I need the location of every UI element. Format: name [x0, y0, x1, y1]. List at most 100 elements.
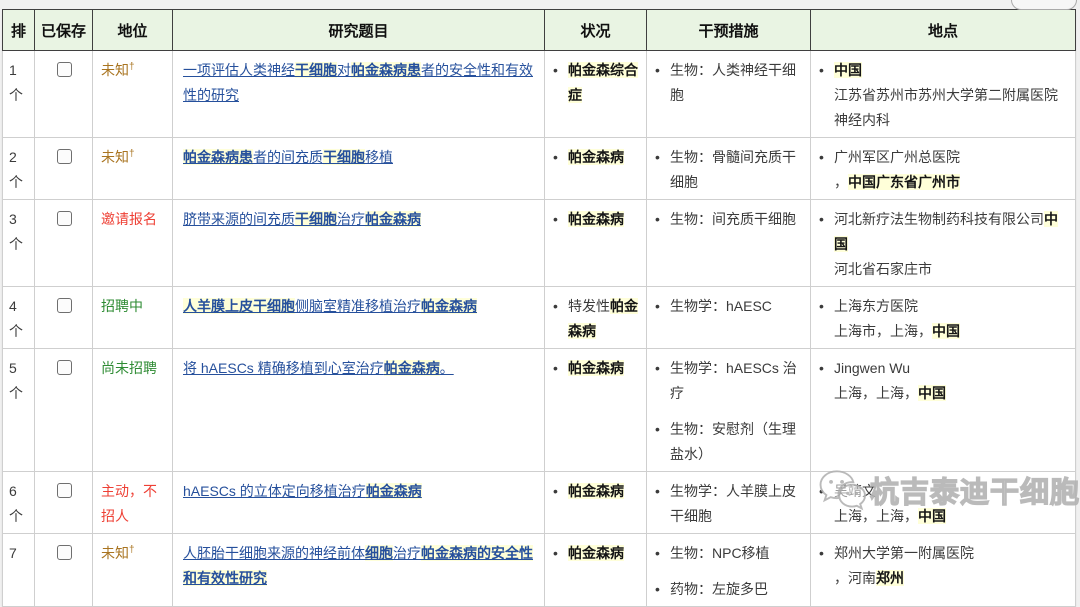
text-segment: 治疗: [393, 545, 421, 561]
bullet-icon: •: [553, 356, 568, 381]
location-line: 河北新疗法生物制药科技有限公司中国: [834, 207, 1069, 257]
locations-cell: •Jingwen Wu上海，上海，中国: [811, 349, 1076, 472]
intervention-item-text: 生物：NPC移植: [670, 541, 804, 566]
locations-cell: •上海东方医院上海市，上海，中国: [811, 287, 1076, 349]
save-checkbox[interactable]: [57, 211, 72, 226]
location-item-text: 吴靖文上海，上海，中国: [834, 479, 1069, 529]
save-checkbox[interactable]: [57, 483, 72, 498]
highlighted-term: 郑州: [876, 570, 904, 586]
highlighted-term: 帕金森综合症: [568, 62, 638, 103]
bullet-icon: •: [655, 294, 670, 319]
location-line: 上海，上海，中国: [834, 504, 1069, 529]
text-segment: 侧脑室精准移植治疗: [295, 298, 421, 314]
saved-cell: [35, 138, 93, 200]
text-segment: 生物：骨髓间充质干细胞: [670, 149, 796, 190]
study-title-link[interactable]: 脐带来源的间充质干细胞治疗帕金森病: [183, 211, 421, 227]
highlighted-term: 帕金森病患: [351, 62, 421, 78]
study-title-link[interactable]: 将 hAESCs 精确移植到心室治疗帕金森病。: [183, 360, 454, 376]
location-line: ，中国广东省广州市: [834, 170, 1069, 195]
location-item-text: Jingwen Wu上海，上海，中国: [834, 356, 1069, 406]
highlighted-term: 帕金森病患: [183, 149, 253, 165]
study-title-link[interactable]: 人胚胎干细胞来源的神经前体细胞治疗帕金森病的安全性和有效性研究: [183, 545, 533, 586]
study-title-link[interactable]: hAESCs 的立体定向移植治疗帕金森病: [183, 483, 422, 499]
study-title-link[interactable]: 人羊膜上皮干细胞侧脑室精准移植治疗帕金森病: [183, 298, 477, 314]
highlighted-term: 帕金森病: [568, 360, 624, 376]
interventions-cell: •生物：NPC移植•药物：左旋多巴: [647, 534, 811, 607]
intervention-item-text: 生物：间充质干细胞: [670, 207, 804, 232]
text-segment: ，河南: [834, 570, 876, 586]
condition-item-text: 特发性帕金森病: [568, 294, 640, 344]
conditions-cell: •帕金森病: [545, 534, 647, 607]
collapsed-button[interactable]: [1011, 0, 1077, 10]
location-line: 中国: [834, 58, 1069, 83]
highlighted-term: 人羊膜上皮干细胞: [183, 298, 295, 314]
condition-item: •帕金森病: [553, 356, 640, 381]
location-item: •中国江苏省苏州市苏州大学第二附属医院神经内科: [819, 58, 1069, 133]
results-table: 排 已保存 地位 研究题目 状况 干预措施 地点 1个未知†一项评估人类神经干细…: [2, 9, 1076, 607]
save-checkbox[interactable]: [57, 62, 72, 77]
dagger-mark: †: [129, 148, 135, 159]
study-title-link[interactable]: 帕金森病患者的间充质干细胞移植: [183, 149, 393, 165]
col-header-interventions: 干预措施: [647, 10, 811, 51]
bullet-icon: •: [553, 294, 568, 319]
text-segment: 生物学：人羊膜上皮干细胞: [670, 483, 796, 524]
status-cell: 招聘中: [93, 287, 173, 349]
text-segment: 生物：安慰剂（生理盐水）: [670, 421, 796, 462]
bullet-icon: •: [655, 417, 670, 442]
saved-cell: [35, 200, 93, 287]
save-checkbox[interactable]: [57, 545, 72, 560]
interventions-cell: •生物学：人羊膜上皮干细胞: [647, 472, 811, 534]
text-segment: Jingwen Wu: [834, 360, 910, 376]
save-checkbox[interactable]: [57, 360, 72, 375]
status-cell: 邀请报名: [93, 200, 173, 287]
rank-cell: 2个: [3, 138, 35, 200]
condition-item-text: 帕金森病: [568, 145, 640, 170]
conditions-cell: •特发性帕金森病: [545, 287, 647, 349]
location-line: 吴靖文: [834, 479, 1069, 504]
text-segment: ，: [834, 174, 848, 190]
table-row: 3个邀请报名脐带来源的间充质干细胞治疗帕金森病•帕金森病•生物：间充质干细胞•河…: [3, 200, 1076, 287]
status-label: 尚未招聘: [101, 360, 157, 376]
location-item: •河北新疗法生物制药科技有限公司中国河北省石家庄市: [819, 207, 1069, 282]
text-segment: 将 hAESCs 精确移植到心室治疗: [183, 360, 384, 376]
study-title-link[interactable]: 一项评估人类神经干细胞对帕金森病患者的安全性和有效性的研究: [183, 62, 533, 103]
locations-cell: •河北新疗法生物制药科技有限公司中国河北省石家庄市: [811, 200, 1076, 287]
bullet-icon: •: [655, 207, 670, 232]
text-segment: 生物：人类神经干细胞: [670, 62, 796, 103]
intervention-item: •生物：间充质干细胞: [655, 207, 804, 232]
condition-item: •帕金森综合症: [553, 58, 640, 108]
header-row: 排 已保存 地位 研究题目 状况 干预措施 地点: [3, 10, 1076, 51]
text-segment: 特发性: [568, 298, 610, 314]
bullet-icon: •: [819, 541, 834, 566]
locations-cell: •郑州大学第一附属医院，河南郑州: [811, 534, 1076, 607]
text-segment: 生物：间充质干细胞: [670, 211, 796, 227]
intervention-item-text: 生物：骨髓间充质干细胞: [670, 145, 804, 195]
page: { "watermark": { "text": "杭吉泰迪干细胞", "ico…: [0, 0, 1080, 543]
highlighted-term: 干细胞: [295, 62, 337, 78]
conditions-cell: •帕金森病: [545, 138, 647, 200]
condition-item: •特发性帕金森病: [553, 294, 640, 344]
title-cell: 帕金森病患者的间充质干细胞移植: [173, 138, 545, 200]
intervention-item: •生物：骨髓间充质干细胞: [655, 145, 804, 195]
status-label: 未知†: [101, 149, 135, 165]
status-cell: 未知†: [93, 51, 173, 138]
col-header-saved: 已保存: [35, 10, 93, 51]
status-cell: 主动，不招人: [93, 472, 173, 534]
save-checkbox[interactable]: [57, 298, 72, 313]
text-segment: 者的间充质: [253, 149, 323, 165]
col-header-conditions: 状况: [545, 10, 647, 51]
location-line: 江苏省苏州市苏州大学第二附属医院神经内科: [834, 83, 1069, 133]
title-cell: hAESCs 的立体定向移植治疗帕金森病: [173, 472, 545, 534]
highlighted-term: 帕金森病: [568, 149, 624, 165]
text-segment: 河北新疗法生物制药科技有限公司: [834, 211, 1044, 227]
condition-item: •帕金森病: [553, 207, 640, 232]
text-segment: 一项评估人类神经: [183, 62, 295, 78]
highlighted-term: 帕金森病: [365, 211, 421, 227]
save-checkbox[interactable]: [57, 149, 72, 164]
bullet-icon: •: [553, 541, 568, 566]
condition-item-text: 帕金森病: [568, 541, 640, 566]
intervention-item: •生物：NPC移植: [655, 541, 804, 566]
intervention-item: •生物学：人羊膜上皮干细胞: [655, 479, 804, 529]
bullet-icon: •: [553, 207, 568, 232]
interventions-cell: •生物：人类神经干细胞: [647, 51, 811, 138]
